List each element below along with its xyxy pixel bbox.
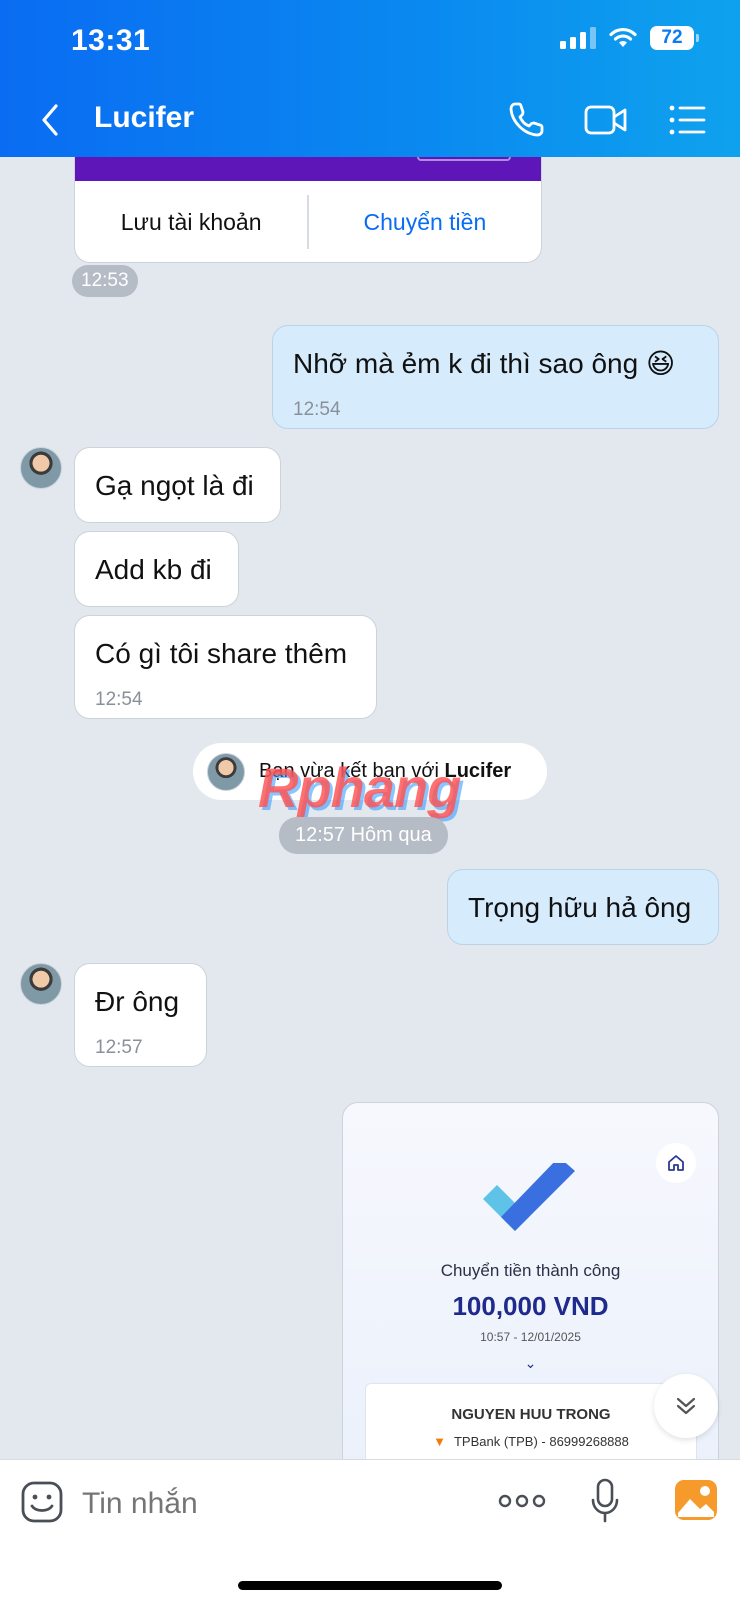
friend-added-notice: Bạn vừa kết bạn với Lucifer	[193, 743, 547, 800]
incoming-message[interactable]: Có gì tôi share thêm 12:54	[74, 615, 377, 719]
microphone-icon[interactable]	[590, 1478, 620, 1524]
chevron-down-icon: ⌄	[524, 1355, 537, 1371]
home-indicator	[238, 1581, 502, 1590]
home-icon	[656, 1143, 696, 1183]
notice-text: Bạn vừa kết bạn với	[259, 760, 445, 782]
incoming-message[interactable]: Gạ ngọt là đi	[74, 447, 281, 523]
receipt-datetime: 10:57 - 12/01/2025	[480, 1330, 581, 1344]
checkmark-icon	[483, 1163, 575, 1231]
message-text: Add kb đi	[95, 554, 212, 585]
tpbank-logo-icon: ▼	[433, 1434, 446, 1449]
save-account-button[interactable]: Lưu tài khoản	[75, 209, 307, 236]
incoming-message[interactable]: Đr ông 12:57	[74, 963, 207, 1067]
image-gallery-icon[interactable]	[674, 1479, 718, 1521]
chat-header: 13:31 72 Lucifer	[0, 0, 740, 157]
more-options-icon[interactable]	[498, 1490, 546, 1512]
phone-call-icon[interactable]	[504, 98, 548, 142]
status-time: 13:31	[71, 24, 151, 57]
recipient-bank: ▼ TPBank (TPB) - 86999268888	[366, 1434, 696, 1449]
message-text: Đr ông	[95, 986, 180, 1017]
menu-list-icon[interactable]	[666, 98, 710, 142]
message-input[interactable]	[82, 1487, 382, 1521]
message-time: 12:57	[95, 1037, 143, 1058]
recipient-name: NGUYEN HUU TRONG	[451, 1406, 611, 1423]
message-timestamp: 12:53	[72, 265, 138, 297]
chat-title[interactable]: Lucifer	[94, 101, 194, 135]
scroll-to-bottom-button[interactable]	[654, 1374, 718, 1438]
back-button[interactable]	[34, 100, 66, 140]
receipt-title: Chuyển tiền thành công	[440, 1261, 621, 1280]
video-call-icon[interactable]	[584, 98, 628, 142]
message-text: Gạ ngọt là đi	[95, 470, 254, 501]
sticker-emoji-icon[interactable]	[20, 1480, 64, 1524]
message-time: 12:54	[95, 689, 143, 710]
avatar[interactable]	[20, 963, 62, 1005]
battery-icon: 72	[650, 26, 699, 50]
incoming-message[interactable]: Add kb đi	[74, 531, 239, 607]
transfer-money-button[interactable]: Chuyển tiền	[309, 209, 541, 236]
avatar	[207, 752, 245, 791]
message-list[interactable]: Lưu tài khoản Chuyển tiền 12:53 Nhỡ mà ẻ…	[0, 157, 740, 1459]
outgoing-message[interactable]: Trọng hữu hả ông	[447, 869, 719, 945]
cellular-signal-icon	[560, 27, 596, 49]
double-chevron-down-icon	[676, 1397, 696, 1415]
receipt-amount: 100,000 VND	[452, 1291, 609, 1321]
bank-account-card: Lưu tài khoản Chuyển tiền	[74, 157, 542, 263]
recipient-box: NGUYEN HUU TRONG ▼ TPBank (TPB) - 8699926…	[365, 1383, 697, 1459]
message-input-bar	[0, 1459, 740, 1600]
recipient-bank-text: TPBank (TPB) - 86999268888	[453, 1434, 629, 1449]
notice-name: Lucifer	[444, 760, 512, 782]
outgoing-message[interactable]: Nhỡ mà ẻm k đi thì sao ông 😆 12:54	[272, 325, 719, 429]
status-icons: 72	[560, 26, 699, 50]
message-time: 12:54	[293, 399, 341, 420]
message-text: Có gì tôi share thêm	[95, 638, 348, 669]
avatar[interactable]	[20, 447, 62, 489]
date-divider: 12:57 Hôm qua	[279, 817, 448, 854]
card-header-strip	[75, 157, 541, 181]
message-text: Nhỡ mà ẻm k đi thì sao ông 😆	[293, 348, 676, 379]
message-text: Trọng hữu hả ông	[468, 892, 692, 923]
wifi-icon	[609, 27, 637, 47]
